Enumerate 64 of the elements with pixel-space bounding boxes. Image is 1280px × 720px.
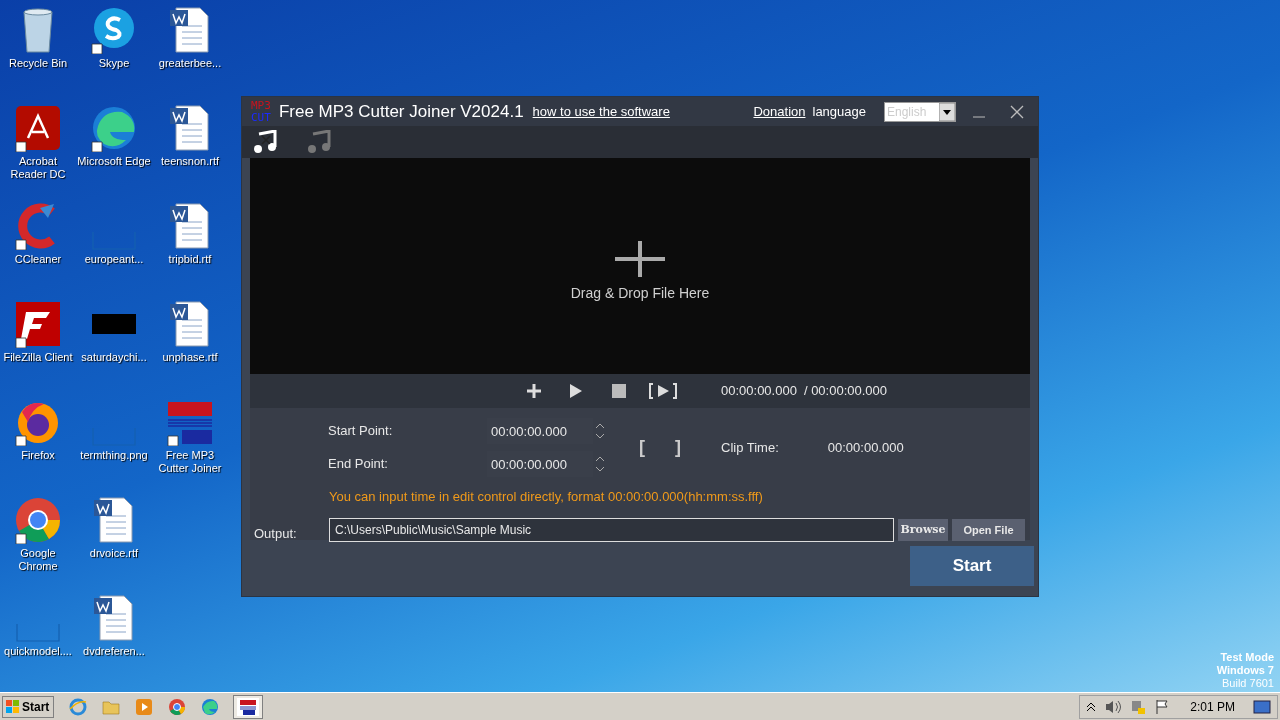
drop-hint: Drag & Drop File Here: [570, 283, 710, 303]
clip-time-value: 00:00:00.000: [827, 438, 904, 457]
music-note-tab[interactable]: [307, 130, 333, 154]
desktop-icon-label[interactable]: dvdreferen...: [76, 645, 152, 658]
window-title: Free MP3 Cutter Joiner V2024.1: [278, 100, 524, 123]
desktop-icon-label[interactable]: CCleaner: [0, 253, 76, 266]
set-start-button[interactable]: [: [639, 434, 645, 461]
speaker-icon[interactable]: [1104, 698, 1123, 715]
start-point-label: Start Point:: [328, 422, 394, 441]
file-icon: [16, 624, 60, 642]
windows-logo-icon: [6, 699, 20, 714]
desktop-icon-label[interactable]: quickmodel....: [0, 645, 76, 658]
current-time: 00:00:00.000: [721, 382, 797, 401]
chrome-icon: [14, 496, 62, 544]
dropdown-arrow-icon[interactable]: [939, 102, 955, 121]
desktop-icon-label[interactable]: greaterbee...: [152, 57, 228, 70]
desktop-icon-label[interactable]: Microsoft Edge: [76, 155, 152, 168]
open-file-button[interactable]: Open File: [952, 519, 1025, 542]
desktop-icon-label[interactable]: Firefox: [0, 449, 76, 462]
output-path-field[interactable]: C:\Users\Public\Music\Sample Music: [329, 518, 894, 543]
play-selection-icon[interactable]: [649, 383, 677, 399]
set-end-button[interactable]: ]: [675, 434, 681, 461]
logo-text: MP3: [251, 99, 271, 112]
desktop-icon-label[interactable]: Skype: [76, 57, 152, 70]
plus-icon[interactable]: [613, 238, 667, 279]
desktop-icon-label[interactable]: unphase.rtf: [152, 351, 228, 364]
fz-logo-icon: [14, 300, 62, 348]
add-icon[interactable]: [526, 383, 542, 399]
drop-area[interactable]: Drag & Drop File Here: [250, 158, 1030, 374]
format-hint: You can input time in edit control directly, format 00:00:00.000(hh:mm:ss.fff): [329, 488, 764, 506]
desktop-icon-label[interactable]: teensnon.rtf: [152, 155, 228, 168]
donation-link[interactable]: Donation: [753, 101, 806, 122]
desktop-icon-label[interactable]: saturdaychi...: [76, 351, 152, 364]
desktop-icon-label[interactable]: Acrobat Reader DC: [0, 155, 76, 181]
show-desktop-icon[interactable]: [1253, 699, 1271, 714]
start-button[interactable]: Start: [2, 695, 54, 718]
os-build-text: Windows 7: [1216, 664, 1274, 677]
end-point-label: End Point:: [328, 455, 389, 474]
os-build-text: Test Mode: [1220, 651, 1274, 664]
desktop-icon-label[interactable]: europeant...: [76, 253, 152, 266]
music-cross-tab[interactable]: [253, 130, 279, 154]
os-build-text: Build 7601: [1222, 677, 1274, 690]
chevron-up-icon[interactable]: [1086, 700, 1097, 713]
close-icon[interactable]: [1010, 104, 1024, 119]
clip-time-label: Clip Time:: [721, 438, 779, 457]
desktop-icon-label[interactable]: drvoice.rtf: [76, 547, 152, 560]
edge-icon: [90, 104, 138, 152]
desktop-icon-label[interactable]: Google Chrome: [0, 547, 76, 573]
logo-text: CUT: [251, 111, 271, 124]
desktop-icon-label[interactable]: Free MP3 Cutter Joiner: [152, 449, 228, 475]
desktop-icon-label[interactable]: Recycle Bin: [0, 57, 76, 70]
start-button[interactable]: Start: [910, 546, 1034, 586]
pdf-icon: [14, 104, 62, 152]
desktop-icon-label[interactable]: termthing.png: [76, 449, 152, 462]
help-link[interactable]: how to use the software: [532, 101, 670, 122]
language-label: language: [812, 102, 866, 121]
output-label: Output:: [254, 524, 298, 543]
flag-icon[interactable]: [1154, 698, 1171, 715]
clock[interactable]: 2:01 PM: [1190, 697, 1235, 716]
desktop-icon-label[interactable]: FileZilla Client: [0, 351, 76, 364]
total-time: / 00:00:00.000: [803, 382, 888, 401]
play-icon[interactable]: [569, 383, 583, 399]
desktop-icon-label[interactable]: tripbid.rtf: [152, 253, 228, 266]
browse-button[interactable]: Browse: [898, 519, 948, 542]
